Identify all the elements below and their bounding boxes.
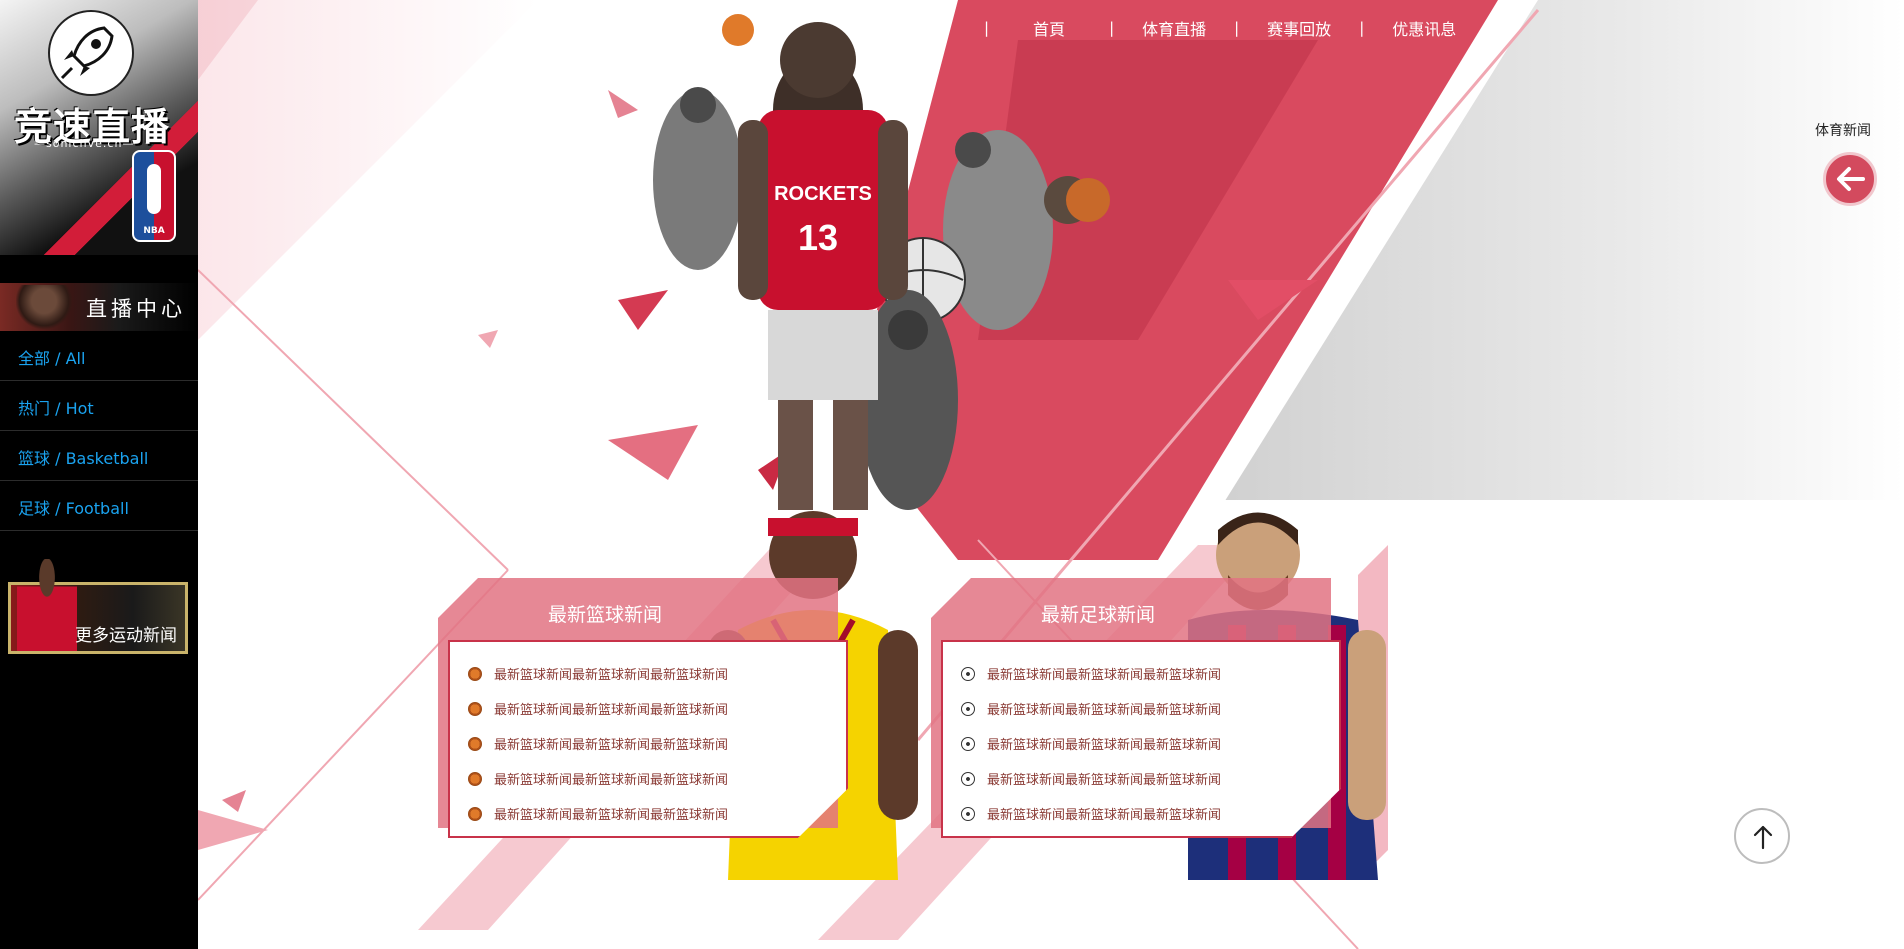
menu-item-all[interactable]: 全部 / All <box>0 331 198 381</box>
basketball-icon <box>468 701 482 716</box>
banner-player-image <box>17 559 77 651</box>
news-item-text[interactable]: 最新篮球新闻最新篮球新闻最新篮球新闻 <box>494 664 728 683</box>
svg-text:13: 13 <box>798 217 838 258</box>
sidebar: 竞速直播 —soniclive.cn— NBA 直播中心 全部 / All 热门… <box>0 0 198 949</box>
live-center-label: 直播中心 <box>86 297 186 321</box>
nba-badge-text: NBA <box>143 226 165 236</box>
news-item-text[interactable]: 最新篮球新闻最新篮球新闻最新篮球新闻 <box>494 734 728 753</box>
arrow-up-icon <box>1753 825 1773 850</box>
rocket-icon <box>48 10 134 96</box>
news-item[interactable]: 最新篮球新闻最新篮球新闻最新篮球新闻 <box>961 761 1221 796</box>
category-menu: 全部 / All 热门 / Hot 篮球 / Basketball 足球 / F… <box>0 331 198 531</box>
news-item[interactable]: 最新篮球新闻最新篮球新闻最新篮球新闻 <box>961 796 1221 831</box>
nba-logo-icon: NBA <box>132 150 176 242</box>
news-item[interactable]: 最新篮球新闻最新篮球新闻最新篮球新闻 <box>961 691 1221 726</box>
top-navigation: | 首頁 | 体育直播 | 赛事回放 | 优惠讯息 | <box>980 16 1493 40</box>
basketball-news-title: 最新篮球新闻 <box>548 604 663 626</box>
soccer-ball-icon <box>961 701 975 716</box>
football-news-title: 最新足球新闻 <box>1041 604 1156 626</box>
soccer-ball-icon <box>961 666 975 681</box>
menu-link-all[interactable]: 全部 / All <box>18 345 85 369</box>
nav-promotions[interactable]: 优惠讯息 <box>1368 16 1480 40</box>
news-item[interactable]: 最新篮球新闻最新篮球新闻最新篮球新闻 <box>468 726 728 761</box>
more-sports-news-banner[interactable]: 更多运动新闻 <box>8 559 188 654</box>
news-item-text[interactable]: 最新篮球新闻最新篮球新闻最新篮球新闻 <box>987 769 1221 788</box>
live-center-header: 直播中心 <box>0 283 198 331</box>
menu-item-football[interactable]: 足球 / Football <box>0 481 198 531</box>
news-item-text[interactable]: 最新篮球新闻最新篮球新闻最新篮球新闻 <box>987 664 1221 683</box>
news-item[interactable]: 最新篮球新闻最新篮球新闻最新篮球新闻 <box>468 761 728 796</box>
basketball-icon <box>468 666 482 681</box>
basketball-news-list: 最新篮球新闻最新篮球新闻最新篮球新闻 最新篮球新闻最新篮球新闻最新篮球新闻 最新… <box>468 656 728 831</box>
nav-divider: | <box>1484 19 1490 37</box>
news-item[interactable]: 最新篮球新闻最新篮球新闻最新篮球新闻 <box>468 656 728 691</box>
nav-divider: | <box>1359 19 1365 37</box>
player-thumbnail <box>16 285 72 331</box>
news-item[interactable]: 最新篮球新闻最新篮球新闻最新篮球新闻 <box>468 691 728 726</box>
basketball-news-panel: 最新篮球新闻 最新篮球新闻最新篮球新闻最新篮球新闻 最新篮球新闻最新篮球新闻最新… <box>438 578 838 828</box>
basketball-icon <box>468 771 482 786</box>
scroll-top-button[interactable] <box>1734 808 1790 864</box>
nav-divider: | <box>1109 19 1115 37</box>
more-news-label: 更多运动新闻 <box>75 626 177 646</box>
menu-link-football[interactable]: 足球 / Football <box>18 495 129 519</box>
football-news-list: 最新篮球新闻最新篮球新闻最新篮球新闻 最新篮球新闻最新篮球新闻最新篮球新闻 最新… <box>961 656 1221 831</box>
logo[interactable]: 竞速直播 —soniclive.cn— NBA <box>0 0 198 255</box>
nav-divider: | <box>984 19 990 37</box>
soccer-ball-icon <box>961 771 975 786</box>
menu-item-hot[interactable]: 热门 / Hot <box>0 381 198 431</box>
news-item-text[interactable]: 最新篮球新闻最新篮球新闻最新篮球新闻 <box>494 699 728 718</box>
news-item-text[interactable]: 最新篮球新闻最新篮球新闻最新篮球新闻 <box>494 804 728 823</box>
menu-link-hot[interactable]: 热门 / Hot <box>18 395 94 419</box>
menu-link-basketball[interactable]: 篮球 / Basketball <box>18 445 148 469</box>
back-button[interactable] <box>1823 152 1877 206</box>
arrow-left-icon <box>1837 167 1865 191</box>
soccer-ball-icon <box>961 736 975 751</box>
news-item-text[interactable]: 最新篮球新闻最新篮球新闻最新篮球新闻 <box>987 734 1221 753</box>
main-stage: ROCKETS 13 最新篮球新闻 最新篮球新闻最新篮球新闻最新篮球新闻 最新篮… <box>198 0 1904 949</box>
news-item-text[interactable]: 最新篮球新闻最新篮球新闻最新篮球新闻 <box>987 804 1221 823</box>
news-item-text[interactable]: 最新篮球新闻最新篮球新闻最新篮球新闻 <box>494 769 728 788</box>
brand-domain-text: soniclive.cn <box>46 137 123 150</box>
basketball-icon <box>468 806 482 821</box>
nav-sports-live[interactable]: 体育直播 <box>1118 16 1230 40</box>
nav-replays[interactable]: 赛事回放 <box>1243 16 1355 40</box>
svg-text:ROCKETS: ROCKETS <box>774 183 872 205</box>
nav-home[interactable]: 首頁 <box>993 16 1105 40</box>
news-item[interactable]: 最新篮球新闻最新篮球新闻最新篮球新闻 <box>961 726 1221 761</box>
news-item[interactable]: 最新篮球新闻最新篮球新闻最新篮球新闻 <box>468 796 728 831</box>
basketball-icon <box>468 736 482 751</box>
nba-silhouette <box>147 164 161 214</box>
brand-domain: —soniclive.cn— <box>34 137 135 150</box>
soccer-ball-icon <box>961 806 975 821</box>
nav-divider: | <box>1234 19 1240 37</box>
news-item[interactable]: 最新篮球新闻最新篮球新闻最新篮球新闻 <box>961 656 1221 691</box>
sports-news-label: 体育新闻 <box>1815 123 1871 139</box>
hero-players-montage: ROCKETS 13 <box>653 14 1110 510</box>
football-news-panel: 最新足球新闻 最新篮球新闻最新篮球新闻最新篮球新闻 最新篮球新闻最新篮球新闻最新… <box>931 578 1331 828</box>
menu-item-basketball[interactable]: 篮球 / Basketball <box>0 431 198 481</box>
news-item-text[interactable]: 最新篮球新闻最新篮球新闻最新篮球新闻 <box>987 699 1221 718</box>
